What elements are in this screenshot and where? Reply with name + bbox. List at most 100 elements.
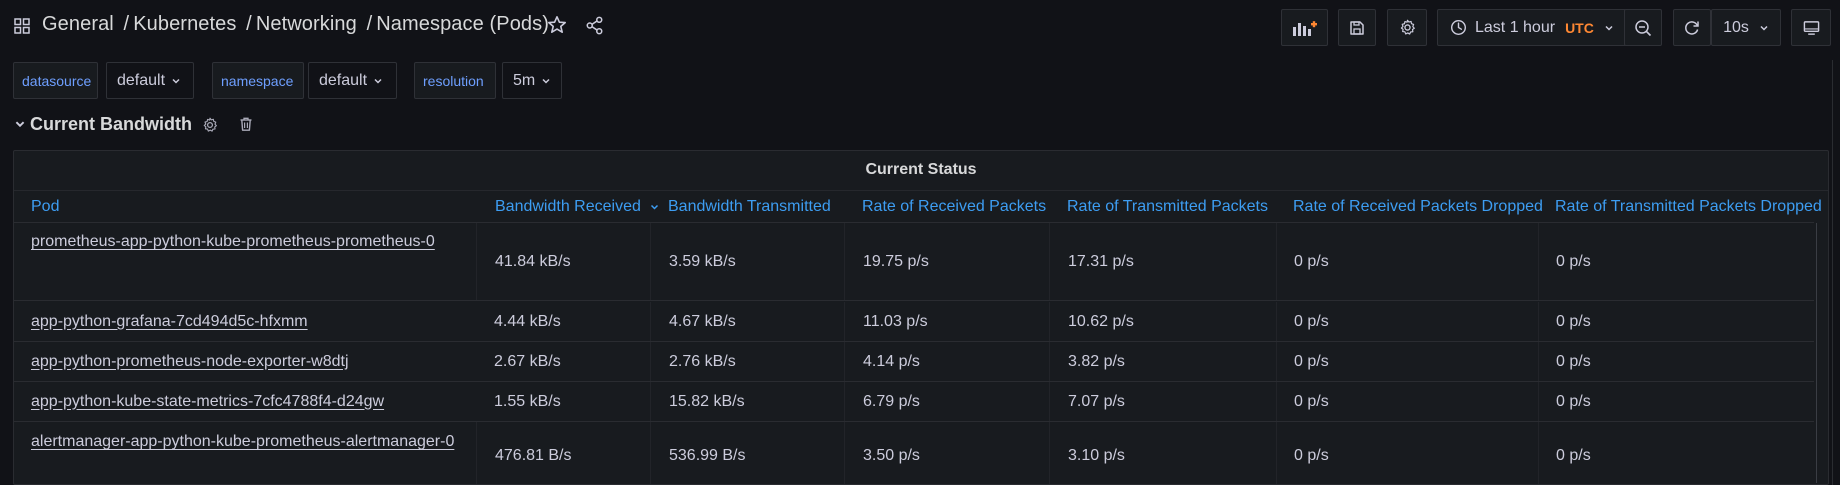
sort-descending-icon — [650, 204, 658, 210]
chevron-down-icon — [542, 78, 550, 84]
save-dashboard-button[interactable] — [1338, 9, 1376, 46]
pod-link[interactable]: alertmanager-app-python-kube-prometheus-… — [31, 422, 454, 484]
table-cell: 2.76 kB/s — [650, 342, 844, 381]
time-range-picker[interactable]: Last 1 hour UTC — [1437, 9, 1627, 46]
breadcrumb-item[interactable]: Kubernetes — [133, 13, 236, 35]
variable-select-datasource[interactable]: default — [106, 62, 194, 99]
panel-title[interactable]: Current Status — [14, 151, 1828, 189]
table-panel: Current Status Pod Bandwidth Received Ba… — [13, 150, 1829, 485]
pod-link[interactable]: prometheus-app-python-kube-prometheus-pr… — [31, 223, 435, 300]
tv-mode-button[interactable] — [1791, 9, 1831, 46]
table-cell: 0 p/s — [1276, 342, 1538, 381]
dashboard-settings-button[interactable] — [1387, 9, 1427, 46]
pod-link[interactable]: app-python-prometheus-node-exporter-w8dt… — [31, 342, 349, 381]
table-cell: 0 p/s — [1538, 382, 1808, 421]
zoom-out-icon — [1635, 19, 1652, 36]
table-cell: 3.10 p/s — [1049, 422, 1276, 484]
pod-link[interactable]: app-python-kube-state-metrics-7cfc4788f4… — [31, 382, 384, 421]
gear-icon[interactable] — [202, 117, 218, 133]
zoom-out-button[interactable] — [1624, 9, 1662, 46]
time-range-label: Last 1 hour — [1475, 18, 1556, 36]
table-cell: 10.62 p/s — [1049, 302, 1276, 341]
variable-select-namespace[interactable]: default — [308, 62, 397, 99]
variable-label-datasource: datasource — [13, 62, 98, 99]
table-cell: 41.84 kB/s — [476, 223, 650, 300]
table-cell: 11.03 p/s — [844, 302, 1049, 341]
timezone-label: UTC — [1565, 19, 1594, 36]
chevron-down-icon[interactable] — [14, 118, 26, 130]
breadcrumb-folder[interactable]: General — [42, 13, 114, 35]
table-row: alertmanager-app-python-kube-prometheus-… — [14, 422, 1814, 484]
table-cell: 0 p/s — [1538, 342, 1808, 381]
table-cell: 4.14 p/s — [844, 342, 1049, 381]
refresh-interval-label: 10s — [1723, 18, 1749, 36]
variable-label-resolution: resolution — [414, 62, 496, 99]
table-cell: 3.50 p/s — [844, 422, 1049, 484]
pod-link[interactable]: app-python-grafana-7cd494d5c-hfxmm — [31, 302, 308, 341]
table-cell: 4.67 kB/s — [650, 302, 844, 341]
table-cell: 0 p/s — [1276, 422, 1538, 484]
page-scrollbar-track[interactable] — [1832, 60, 1833, 485]
dashboard-title[interactable]: Namespace (Pods) — [376, 13, 549, 35]
gear-icon — [1400, 19, 1415, 35]
table-cell: 15.82 kB/s — [650, 382, 844, 421]
add-panel-icon — [1292, 20, 1317, 36]
breadcrumb-item[interactable]: Networking — [256, 13, 357, 35]
table-cell: 4.44 kB/s — [494, 312, 561, 330]
row-header[interactable]: Current Bandwidth — [14, 111, 192, 137]
row-title[interactable]: Current Bandwidth — [30, 114, 192, 135]
column-header-rate-received-dropped[interactable]: Rate of Received Packets Dropped — [1293, 191, 1543, 223]
table-cell: 7.07 p/s — [1049, 382, 1276, 421]
clock-icon — [1450, 19, 1467, 36]
table-cell: 17.31 p/s — [1049, 223, 1276, 300]
dashboard-navbar: General / Kubernetes / Networking / Namespa… — [0, 0, 1840, 54]
table-row: prometheus-app-python-kube-prometheus-pr… — [14, 222, 1814, 301]
refresh-icon — [1685, 20, 1699, 35]
table-cell: 1.55 kB/s — [494, 392, 561, 410]
column-header-pod[interactable]: Pod — [31, 191, 59, 223]
column-header-bandwidth-received[interactable]: Bandwidth Received — [495, 191, 660, 223]
table-cell: 19.75 p/s — [844, 223, 1049, 300]
table-cell: 0 p/s — [1276, 302, 1538, 341]
column-header-rate-received-packets[interactable]: Rate of Received Packets — [862, 191, 1046, 223]
table-cell: 0 p/s — [1538, 422, 1808, 484]
column-header-label: Bandwidth Received — [495, 198, 641, 215]
table-cell: 0 p/s — [1276, 382, 1538, 421]
table-cell: 3.59 kB/s — [650, 223, 844, 300]
variable-label-namespace: namespace — [212, 62, 304, 99]
variable-value: default — [117, 71, 166, 89]
breadcrumb-separator: / — [123, 13, 130, 35]
refresh-interval-picker[interactable]: 10s — [1711, 9, 1781, 46]
chevron-down-icon — [1760, 25, 1768, 31]
column-header-rate-transmitted-dropped[interactable]: Rate of Transmitted Packets Dropped — [1555, 191, 1822, 223]
column-header-bandwidth-transmitted[interactable]: Bandwidth Transmitted — [668, 191, 831, 223]
table-row: app-python-grafana-7cd494d5c-hfxmm 4.44 … — [14, 302, 1814, 342]
grid-icon[interactable] — [14, 18, 30, 34]
table-scrollbar[interactable] — [1816, 223, 1824, 483]
table-header: Pod Bandwidth Received Bandwidth Transmi… — [14, 190, 1828, 222]
save-icon — [1350, 20, 1364, 35]
trash-icon[interactable] — [238, 116, 254, 132]
table-cell: 6.79 p/s — [844, 382, 1049, 421]
breadcrumb: General / Kubernetes / Networking / Namespa… — [42, 13, 549, 36]
table-row: app-python-kube-state-metrics-7cfc4788f4… — [14, 382, 1814, 422]
table-cell: 3.82 p/s — [1049, 342, 1276, 381]
table-cell: 0 p/s — [1538, 302, 1808, 341]
variable-select-resolution[interactable]: 5m — [502, 62, 562, 99]
star-icon[interactable] — [547, 15, 567, 35]
add-panel-button[interactable] — [1281, 9, 1328, 46]
monitor-icon — [1803, 20, 1819, 35]
breadcrumb-separator: / — [366, 13, 373, 35]
refresh-button[interactable] — [1673, 9, 1711, 46]
table-cell: 476.81 B/s — [476, 422, 650, 484]
column-header-rate-transmitted-packets[interactable]: Rate of Transmitted Packets — [1067, 191, 1268, 223]
chevron-down-icon — [374, 78, 382, 84]
variable-value: default — [319, 71, 368, 89]
table-cell: 0 p/s — [1538, 223, 1808, 300]
share-icon[interactable] — [585, 16, 604, 35]
chevron-down-icon — [1605, 25, 1613, 31]
chevron-down-icon — [172, 78, 180, 84]
table-cell: 2.67 kB/s — [494, 352, 561, 370]
table-cell: 536.99 B/s — [650, 422, 844, 484]
table-row: app-python-prometheus-node-exporter-w8dt… — [14, 342, 1814, 382]
